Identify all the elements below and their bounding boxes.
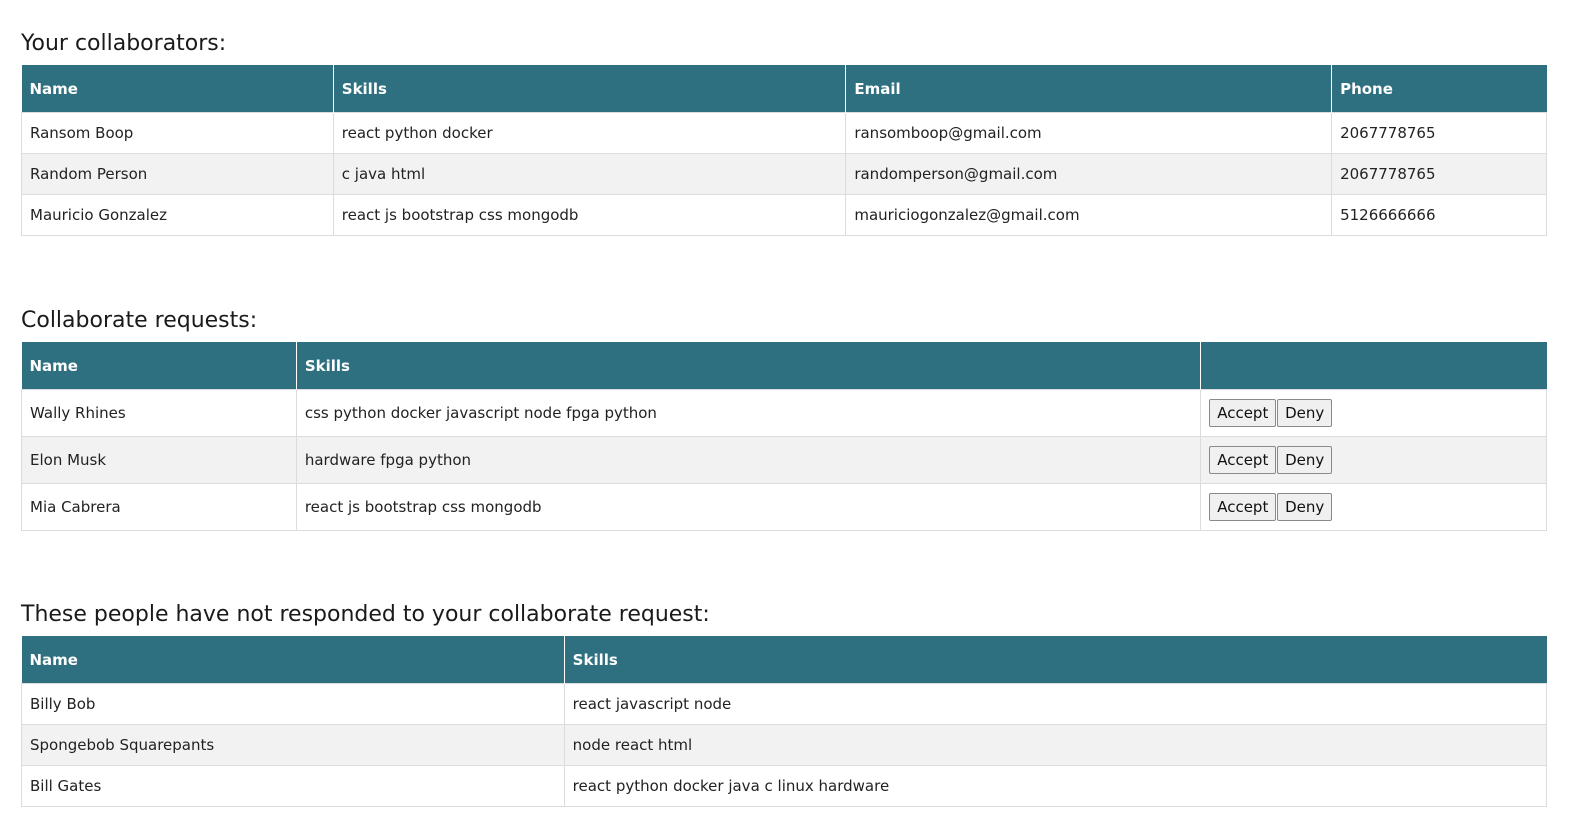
collaborator-phone: 2067778765 <box>1331 153 1547 195</box>
table-row: Mauricio Gonzalez react js bootstrap css… <box>21 194 1547 236</box>
table-row: Ransom Boop react python docker ransombo… <box>21 112 1547 154</box>
table-row: Billy Bob react javascript node <box>21 683 1548 725</box>
table-row: Wally Rhines css python docker javascrip… <box>21 389 1547 437</box>
accept-button[interactable]: Accept <box>1209 493 1277 521</box>
pending-skills: react javascript node <box>563 683 1548 725</box>
requests-header-row: Name Skills <box>21 342 1547 390</box>
request-actions: Accept Deny <box>1200 436 1547 484</box>
collaborator-phone: 5126666666 <box>1331 194 1547 236</box>
column-header-phone: Phone <box>1331 65 1547 113</box>
table-row: Random Person c java html randomperson@g… <box>21 153 1547 195</box>
column-header-actions <box>1200 342 1547 390</box>
pending-header-row: Name Skills <box>21 636 1547 684</box>
pending-table: Name Skills Billy Bob react javascript n… <box>21 636 1548 807</box>
collaborator-skills: react python docker <box>332 112 847 154</box>
collaborator-phone: 2067778765 <box>1331 112 1547 154</box>
deny-button[interactable]: Deny <box>1277 399 1333 427</box>
deny-button[interactable]: Deny <box>1277 493 1333 521</box>
requests-section: Collaborate requests: Name Skills Wally … <box>21 307 1547 531</box>
request-skills: css python docker javascript node fpga p… <box>295 389 1202 437</box>
request-name: Elon Musk <box>21 436 297 484</box>
request-actions: Accept Deny <box>1200 389 1547 437</box>
collaborator-email: mauriciogonzalez@gmail.com <box>845 194 1333 236</box>
column-header-skills: Skills <box>333 65 847 113</box>
column-header-name: Name <box>21 636 565 684</box>
table-row: Elon Musk hardware fpga python Accept De… <box>21 436 1547 484</box>
requests-table: Name Skills Wally Rhines css python dock… <box>21 342 1547 531</box>
request-actions: Accept Deny <box>1200 483 1547 531</box>
column-header-name: Name <box>21 65 334 113</box>
request-name: Mia Cabrera <box>21 483 297 531</box>
request-skills: hardware fpga python <box>295 436 1202 484</box>
requests-heading: Collaborate requests: <box>21 308 258 333</box>
collaborators-header-row: Name Skills Email Phone <box>21 65 1547 113</box>
deny-button[interactable]: Deny <box>1277 446 1333 474</box>
column-header-skills: Skills <box>296 342 1202 390</box>
accept-button[interactable]: Accept <box>1209 399 1277 427</box>
column-header-email: Email <box>845 65 1333 113</box>
table-row: Spongebob Squarepants node react html <box>21 724 1548 766</box>
column-header-skills: Skills <box>564 636 1547 684</box>
pending-name: Bill Gates <box>21 765 565 807</box>
pending-heading: These people have not responded to your … <box>21 602 710 627</box>
collaborator-email: ransomboop@gmail.com <box>845 112 1333 154</box>
accept-button[interactable]: Accept <box>1209 446 1277 474</box>
pending-name: Spongebob Squarepants <box>21 724 565 766</box>
collaborators-table: Name Skills Email Phone Ransom Boop reac… <box>21 65 1547 236</box>
collaborator-skills: react js bootstrap css mongodb <box>332 194 847 236</box>
pending-skills: node react html <box>563 724 1548 766</box>
table-row: Mia Cabrera react js bootstrap css mongo… <box>21 483 1547 531</box>
collaborator-email: randomperson@gmail.com <box>845 153 1333 195</box>
request-name: Wally Rhines <box>21 389 297 437</box>
request-skills: react js bootstrap css mongodb <box>295 483 1202 531</box>
pending-section: These people have not responded to your … <box>21 601 1548 807</box>
collaborators-heading: Your collaborators: <box>21 31 227 56</box>
collaborator-name: Random Person <box>21 153 334 195</box>
collaborators-section: Your collaborators: Name Skills Email Ph… <box>21 30 1547 236</box>
collaborator-name: Mauricio Gonzalez <box>21 194 334 236</box>
pending-name: Billy Bob <box>21 683 565 725</box>
pending-skills: react python docker java c linux hardwar… <box>563 765 1548 807</box>
column-header-name: Name <box>21 342 297 390</box>
collaborator-skills: c java html <box>332 153 847 195</box>
collaborator-name: Ransom Boop <box>21 112 334 154</box>
table-row: Bill Gates react python docker java c li… <box>21 765 1548 807</box>
